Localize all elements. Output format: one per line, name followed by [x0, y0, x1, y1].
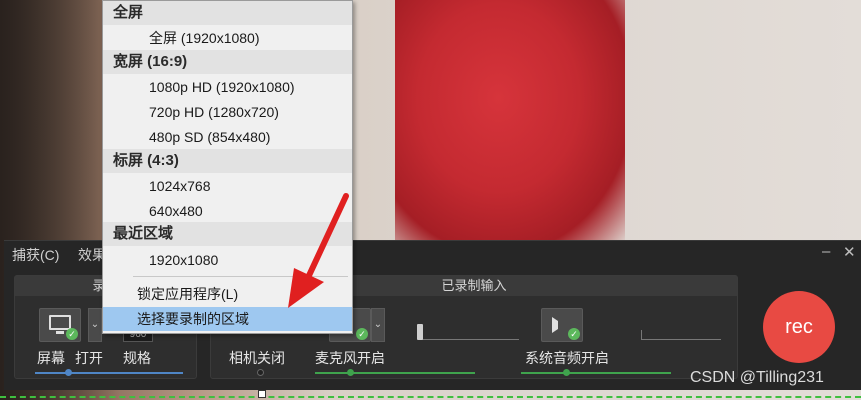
camera-slider-handle[interactable]	[257, 369, 264, 376]
system-audio-label: 系统音频开启	[525, 350, 609, 366]
record-button[interactable]: rec	[763, 291, 835, 363]
microphone-label: 麦克风开启	[315, 350, 385, 366]
watermark: CSDN @Tilling231	[690, 369, 824, 386]
minimize-icon[interactable]: –	[822, 243, 830, 260]
microphone-dropdown-button[interactable]: ⌄	[371, 308, 385, 342]
annotation-arrow-icon	[288, 193, 349, 308]
menu-capture[interactable]: 捕获(C)	[12, 245, 59, 265]
check-icon: ✓	[66, 328, 78, 340]
region-dropdown-button[interactable]: ⌄	[88, 308, 102, 342]
system-audio-slider-track[interactable]	[521, 372, 671, 374]
system-audio-button[interactable]: ✓	[541, 308, 583, 342]
menu-item-480p[interactable]: 480p SD (854x480)	[103, 125, 352, 149]
close-icon[interactable]: ✕	[843, 243, 856, 261]
menu-section-fullscreen: 全屏	[103, 1, 352, 25]
screen-button[interactable]: ✓	[39, 308, 81, 342]
microphone-volume-handle[interactable]	[417, 324, 423, 340]
microphone-volume-meter[interactable]	[417, 322, 519, 340]
region-slider-handle[interactable]	[65, 369, 72, 376]
microphone-slider-track[interactable]	[315, 372, 475, 374]
screen-label: 屏幕	[37, 350, 65, 366]
system-audio-volume-meter[interactable]	[641, 322, 721, 340]
monitor-stand-icon	[56, 331, 64, 334]
region-resize-handle[interactable]	[258, 390, 266, 398]
menu-section-standard: 标屏 (4:3)	[103, 149, 352, 173]
microphone-slider-handle[interactable]	[347, 369, 354, 376]
spec-label: 规格	[123, 350, 151, 366]
menu-item-720p[interactable]: 720p HD (1280x720)	[103, 100, 352, 124]
speaker-icon	[552, 317, 564, 333]
region-slider-track[interactable]	[35, 372, 183, 374]
monitor-icon	[49, 315, 71, 330]
recording-region-border	[0, 396, 861, 398]
check-icon: ✓	[356, 328, 368, 340]
menu-item-1080p[interactable]: 1080p HD (1920x1080)	[103, 75, 352, 99]
open-label: 打开	[75, 350, 103, 366]
background-red-garment	[395, 0, 625, 245]
system-audio-slider-handle[interactable]	[563, 369, 570, 376]
menu-item-fullscreen-1920x1080[interactable]: 全屏 (1920x1080)	[103, 26, 352, 50]
menu-section-widescreen: 宽屏 (16:9)	[103, 50, 352, 74]
camera-label: 相机关闭	[229, 350, 285, 366]
check-icon: ✓	[568, 328, 580, 340]
